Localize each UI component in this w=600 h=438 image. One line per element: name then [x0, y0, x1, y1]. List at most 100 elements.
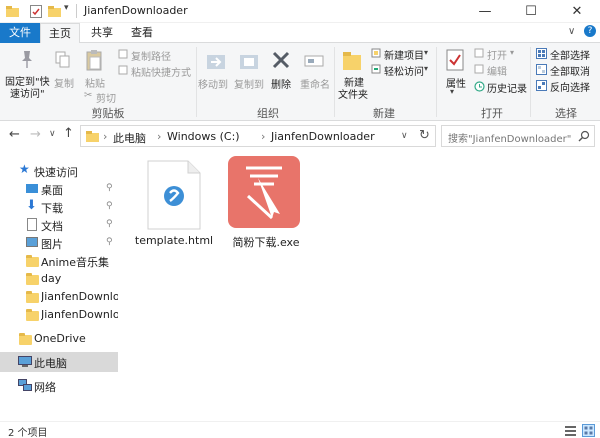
- sidebar-item-jianfen-folder-2[interactable]: JianfenDownloade: [0, 305, 118, 325]
- sidebar-item-desktop[interactable]: 桌面 ⚲: [0, 179, 118, 199]
- copy-path-button[interactable]: 复制路径: [131, 48, 171, 63]
- new-item-chevron-icon[interactable]: ▾: [424, 48, 428, 57]
- picture-icon: [26, 237, 38, 247]
- rename-icon[interactable]: [304, 53, 324, 69]
- tab-share[interactable]: 共享: [82, 23, 122, 43]
- easy-access-chevron-icon[interactable]: ▾: [424, 64, 428, 73]
- rename-button[interactable]: 重命名: [300, 76, 330, 91]
- open-button[interactable]: 打开: [487, 47, 507, 62]
- desktop-icon: [26, 184, 38, 193]
- up-arrow-icon[interactable]: ↑: [63, 126, 74, 141]
- address-bar[interactable]: › 此电脑 › Windows (C:) › JianfenDownloader…: [80, 125, 436, 147]
- file-item-template-html[interactable]: template.html: [134, 156, 214, 252]
- breadcrumb-separator[interactable]: ›: [103, 130, 107, 143]
- new-folder-icon[interactable]: [342, 49, 362, 71]
- recent-locations-chevron-icon[interactable]: ∨: [49, 129, 56, 139]
- status-bar: 2 个项目: [0, 421, 600, 438]
- sidebar-item-network[interactable]: 网络: [0, 376, 118, 396]
- open-icon[interactable]: [474, 48, 484, 58]
- edit-icon[interactable]: [474, 64, 484, 74]
- breadcrumb-current-folder[interactable]: JianfenDownloader: [271, 130, 375, 143]
- breadcrumb-drive-c[interactable]: Windows (C:): [167, 130, 240, 143]
- copy-path-icon[interactable]: [118, 49, 128, 59]
- file-name: 简粉下载.exe: [232, 236, 300, 249]
- sidebar-item-pictures[interactable]: 图片 ⚲: [0, 233, 118, 253]
- cut-button[interactable]: 剪切: [96, 90, 116, 105]
- properties-quick-icon[interactable]: [30, 5, 42, 18]
- open-chevron-icon[interactable]: ▾: [510, 48, 514, 57]
- pin-icon: ⚲: [106, 201, 113, 211]
- properties-button[interactable]: 属性: [446, 75, 466, 90]
- select-none-button[interactable]: 全部取消: [550, 63, 590, 78]
- sidebar-item-onedrive[interactable]: OneDrive: [0, 329, 118, 349]
- tab-home[interactable]: 主页: [40, 23, 80, 44]
- address-history-chevron-icon[interactable]: ∨: [401, 131, 408, 141]
- new-item-icon[interactable]: [371, 48, 381, 58]
- history-button[interactable]: 历史记录: [487, 80, 527, 95]
- sidebar-item-quick-access[interactable]: ★ 快速访问: [0, 161, 118, 181]
- sidebar-item-anime-folder[interactable]: Anime音乐集: [0, 251, 118, 271]
- forward-arrow-icon[interactable]: →: [30, 127, 41, 142]
- move-to-button[interactable]: 移动到: [198, 76, 228, 91]
- paste-button[interactable]: 粘贴: [85, 75, 105, 90]
- paste-shortcut-button[interactable]: 粘贴快捷方式: [131, 64, 191, 79]
- paste-icon[interactable]: [86, 49, 102, 71]
- tab-view[interactable]: 查看: [122, 23, 162, 43]
- new-folder-quick-icon[interactable]: [48, 6, 61, 17]
- breadcrumb-separator[interactable]: ›: [157, 130, 161, 143]
- select-all-icon[interactable]: [536, 48, 547, 59]
- properties-icon[interactable]: [446, 49, 464, 71]
- copy-to-icon[interactable]: [238, 51, 260, 71]
- file-item-jianfen-exe[interactable]: 简粉下载.exe: [226, 156, 306, 252]
- search-icon[interactable]: [578, 130, 590, 142]
- file-name: template.html: [134, 234, 214, 247]
- sidebar-item-day-folder[interactable]: day: [0, 269, 118, 289]
- collapse-ribbon-chevron-icon[interactable]: ∨: [568, 26, 575, 37]
- maximize-button[interactable]: ☐: [508, 0, 554, 23]
- details-view-icon[interactable]: [565, 425, 576, 436]
- sidebar-item-label: day: [41, 272, 62, 285]
- copy-button[interactable]: 复制: [54, 75, 74, 90]
- history-icon[interactable]: [474, 81, 485, 92]
- group-separator: [436, 47, 437, 117]
- pin-quick-access-label-2[interactable]: 速访问": [10, 85, 45, 100]
- title-separator: [76, 4, 77, 18]
- new-folder-label-2[interactable]: 文件夹: [338, 86, 368, 101]
- new-item-button[interactable]: 新建项目: [384, 47, 424, 62]
- refresh-icon[interactable]: ↻: [419, 128, 430, 143]
- move-to-icon[interactable]: [205, 51, 227, 71]
- large-icons-view-icon[interactable]: [582, 424, 595, 437]
- sidebar-item-jianfen-folder-1[interactable]: JianfenDownloade: [0, 287, 118, 307]
- help-icon[interactable]: ?: [584, 25, 596, 37]
- delete-icon[interactable]: [272, 51, 290, 69]
- invert-selection-button[interactable]: 反向选择: [550, 79, 590, 94]
- close-button[interactable]: ✕: [554, 0, 600, 23]
- copy-icon[interactable]: [55, 51, 71, 69]
- edit-button[interactable]: 编辑: [487, 63, 507, 78]
- breadcrumb-separator[interactable]: ›: [261, 130, 265, 143]
- select-none-icon[interactable]: [536, 64, 547, 75]
- sidebar-item-label: 桌面: [41, 184, 63, 197]
- delete-button[interactable]: 删除: [271, 76, 291, 91]
- breadcrumb-this-pc[interactable]: 此电脑: [113, 130, 146, 146]
- tab-file[interactable]: 文件: [0, 23, 40, 43]
- html-file-icon: [147, 160, 201, 230]
- folder-icon: [19, 333, 32, 345]
- copy-to-button[interactable]: 复制到: [234, 76, 264, 91]
- customize-quick-access-chevron-icon[interactable]: ▾: [64, 3, 69, 13]
- invert-selection-icon[interactable]: [536, 80, 547, 91]
- sidebar-item-documents[interactable]: 文档 ⚲: [0, 215, 118, 235]
- search-input[interactable]: 搜索"JianfenDownloader": [441, 125, 595, 147]
- minimize-button[interactable]: —: [462, 0, 508, 23]
- sidebar-item-this-pc[interactable]: 此电脑: [0, 352, 118, 372]
- scissors-icon[interactable]: ✂: [84, 90, 92, 101]
- paste-shortcut-icon[interactable]: [118, 65, 128, 75]
- folder-icon: [6, 6, 19, 17]
- pin-icon[interactable]: [18, 49, 36, 69]
- easy-access-button[interactable]: 轻松访问: [384, 63, 424, 78]
- sidebar-item-downloads[interactable]: ⬇ 下载 ⚲: [0, 197, 118, 217]
- easy-access-icon[interactable]: [371, 64, 381, 74]
- select-all-button[interactable]: 全部选择: [550, 47, 590, 62]
- properties-chevron-icon[interactable]: ▾: [450, 87, 454, 96]
- back-arrow-icon[interactable]: ←: [9, 127, 20, 142]
